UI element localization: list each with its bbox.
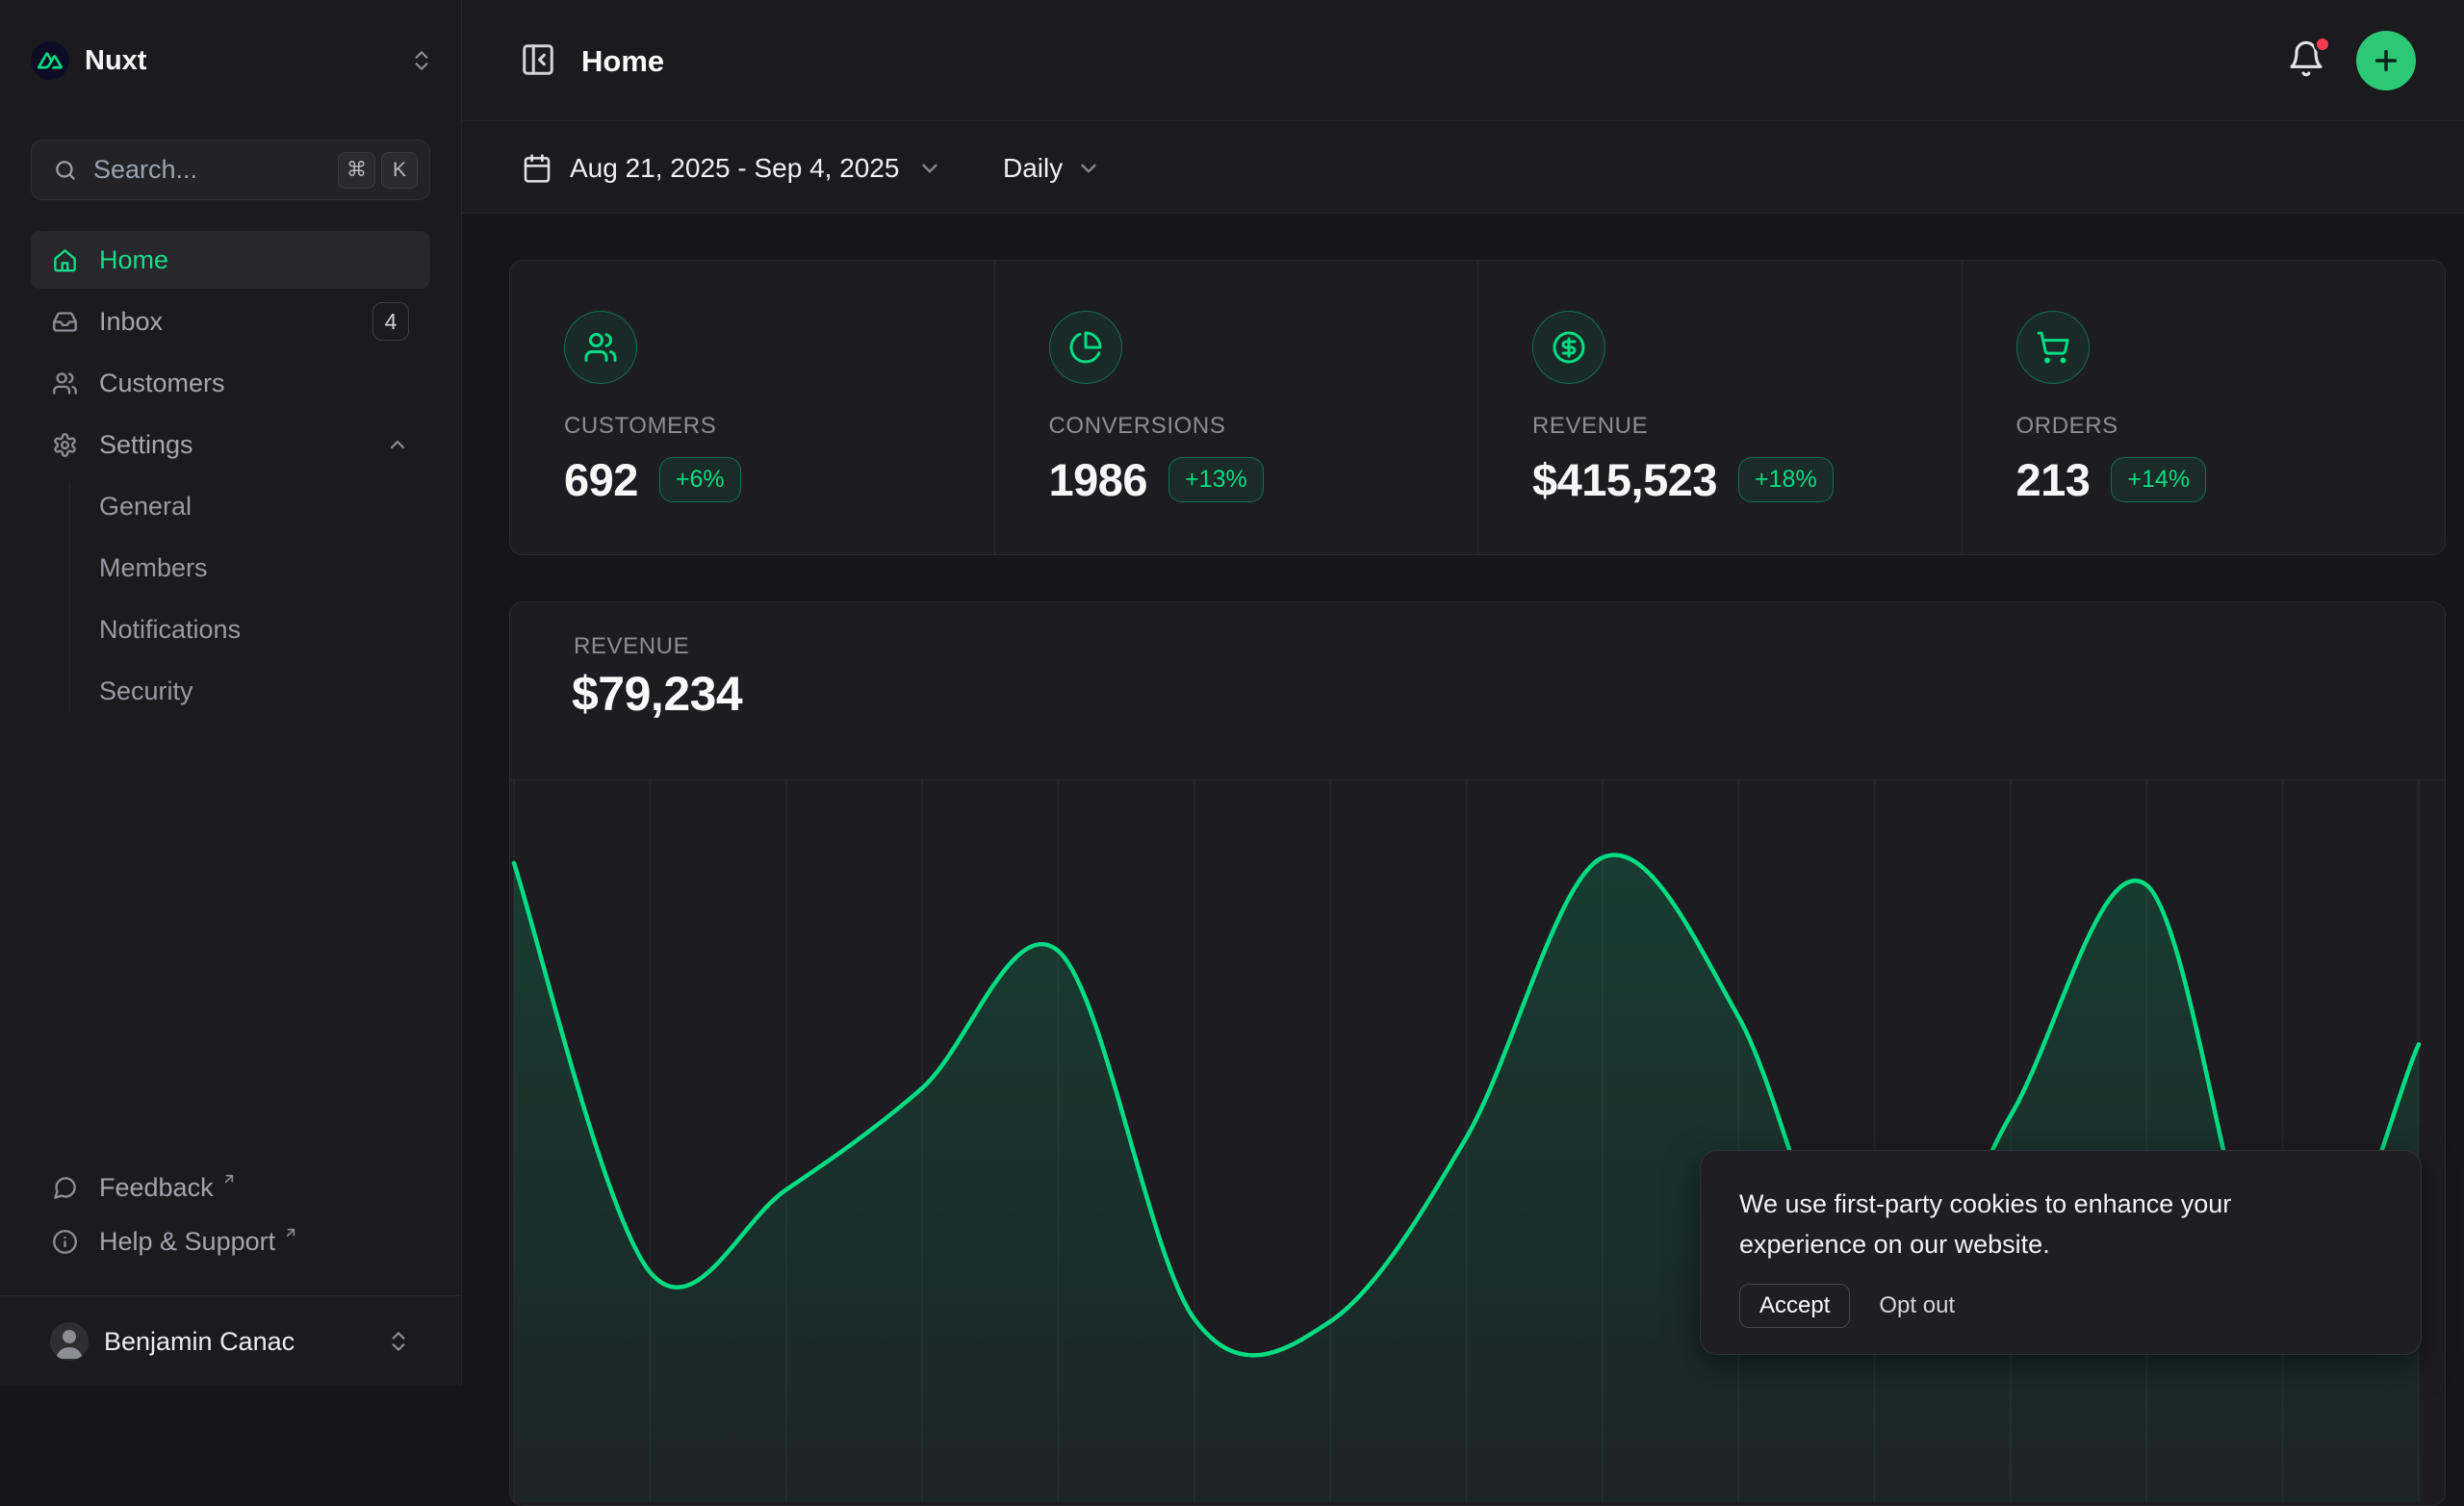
workspace-name: Nuxt <box>85 45 146 77</box>
stat-card-conversions[interactable]: CONVERSIONS 1986 +13% <box>994 261 1478 554</box>
help-support-link[interactable]: Help & Support <box>31 1214 430 1268</box>
revenue-chart-card: REVENUE $79,234 <box>509 601 2446 1506</box>
granularity-select[interactable]: Daily <box>1003 144 1101 192</box>
sidebar-item-label: Home <box>99 245 168 275</box>
search-input[interactable]: Search... ⌘ K <box>31 140 430 200</box>
revenue-panel-value: $79,234 <box>572 666 742 722</box>
stat-delta-badge: +13% <box>1168 457 1264 502</box>
gear-icon <box>52 432 78 458</box>
stat-delta-badge: +18% <box>1738 457 1834 502</box>
opt-out-button[interactable]: Opt out <box>1873 1285 1961 1327</box>
page-title: Home <box>581 44 664 79</box>
stat-delta-badge: +6% <box>659 457 741 502</box>
cookie-message: We use first-party cookies to enhance yo… <box>1739 1184 2336 1264</box>
search-shortcut: ⌘ K <box>338 152 418 189</box>
stat-label: CUSTOMERS <box>564 413 956 440</box>
stat-value: 213 <box>2016 453 2091 506</box>
user-name: Benjamin Canac <box>104 1327 295 1357</box>
stats-row: CUSTOMERS 692 +6% CONVERSIONS 1986 +13% … <box>509 260 2446 555</box>
sidebar-collapse-icon[interactable] <box>520 41 556 78</box>
sidebar-item-home[interactable]: Home <box>31 231 430 289</box>
cart-icon <box>2016 311 2090 384</box>
filter-bar: Aug 21, 2025 - Sep 4, 2025 Daily <box>462 121 2464 214</box>
dollar-circle-icon <box>1532 311 1605 384</box>
home-icon <box>52 247 78 273</box>
top-header: Home <box>462 0 2464 121</box>
stat-label: ORDERS <box>2016 413 2407 440</box>
sidebar-item-security[interactable]: Security <box>31 662 430 720</box>
settings-subnav: General Members Notifications Security <box>31 477 430 720</box>
kbd-cmd: ⌘ <box>338 152 375 189</box>
sidebar-item-label: Inbox <box>99 307 163 337</box>
chevron-down-icon <box>917 156 942 181</box>
info-circle-icon <box>52 1229 78 1255</box>
sidebar-item-customers[interactable]: Customers <box>31 354 430 412</box>
accept-button[interactable]: Accept <box>1739 1284 1850 1328</box>
sidebar-item-label: Customers <box>99 369 225 398</box>
chevron-up-icon <box>386 433 409 456</box>
stat-label: REVENUE <box>1532 413 1923 440</box>
search-placeholder: Search... <box>93 155 197 185</box>
sidebar-divider <box>0 1295 461 1296</box>
stat-delta-badge: +14% <box>2111 457 2206 502</box>
stat-value: $415,523 <box>1532 453 1717 506</box>
sidebar-nav: Home Inbox 4 Customers Settings <box>31 231 430 724</box>
external-link-icon <box>283 1225 298 1240</box>
feedback-link[interactable]: Feedback <box>31 1161 430 1214</box>
users-icon <box>52 370 78 396</box>
inbox-icon <box>52 309 78 335</box>
stat-card-revenue[interactable]: REVENUE $415,523 +18% <box>1477 261 1962 554</box>
dashboard-page: { "brand": { "name": "Nuxt", "accent_col… <box>0 0 2464 1386</box>
chevron-down-icon <box>1076 156 1101 181</box>
sidebar-item-label: Settings <box>99 430 193 460</box>
add-button[interactable] <box>2356 31 2416 90</box>
pie-chart-icon <box>1049 311 1122 384</box>
kbd-k: K <box>381 152 418 189</box>
stat-card-orders[interactable]: ORDERS 213 +14% <box>1962 261 2446 554</box>
date-range-value: Aug 21, 2025 - Sep 4, 2025 <box>570 153 900 184</box>
sidebar-footer: Feedback Help & Support <box>31 1161 430 1268</box>
sidebar-item-notifications[interactable]: Notifications <box>31 600 430 658</box>
external-link-icon <box>221 1171 237 1187</box>
user-avatar <box>50 1322 89 1361</box>
subnav-guide-line <box>69 481 70 712</box>
date-range-picker[interactable]: Aug 21, 2025 - Sep 4, 2025 <box>522 144 942 192</box>
stat-value: 692 <box>564 453 638 506</box>
stat-card-customers[interactable]: CUSTOMERS 692 +6% <box>510 261 994 554</box>
nuxt-logo-icon <box>31 41 69 80</box>
message-bubble-icon <box>52 1175 78 1201</box>
stat-label: CONVERSIONS <box>1049 413 1440 440</box>
cookie-consent-toast: We use first-party cookies to enhance yo… <box>1700 1150 2422 1355</box>
feedback-label: Feedback <box>99 1173 214 1203</box>
revenue-panel-label: REVENUE <box>574 633 689 660</box>
users-icon <box>564 311 637 384</box>
calendar-icon <box>522 153 552 184</box>
sidebar: Nuxt Search... ⌘ K Home Inbox 4 <box>0 0 462 1386</box>
sidebar-item-settings[interactable]: Settings <box>31 416 430 473</box>
chevron-up-down-icon <box>409 48 434 73</box>
chevron-up-down-icon <box>386 1329 411 1354</box>
search-icon <box>53 158 78 183</box>
sidebar-item-members[interactable]: Members <box>31 539 430 597</box>
user-menu[interactable]: Benjamin Canac <box>31 1311 430 1372</box>
notification-dot <box>2314 36 2331 53</box>
workspace-switcher[interactable]: Nuxt <box>31 38 434 83</box>
stat-value: 1986 <box>1049 453 1148 506</box>
granularity-value: Daily <box>1003 153 1063 184</box>
inbox-count-badge: 4 <box>372 302 409 341</box>
sidebar-item-general[interactable]: General <box>31 477 430 535</box>
help-support-label: Help & Support <box>99 1227 275 1257</box>
revenue-line-chart[interactable] <box>510 779 2446 1502</box>
sidebar-item-inbox[interactable]: Inbox 4 <box>31 293 430 350</box>
bell-icon[interactable] <box>2287 39 2325 78</box>
main-content: CUSTOMERS 692 +6% CONVERSIONS 1986 +13% … <box>462 214 2464 1386</box>
